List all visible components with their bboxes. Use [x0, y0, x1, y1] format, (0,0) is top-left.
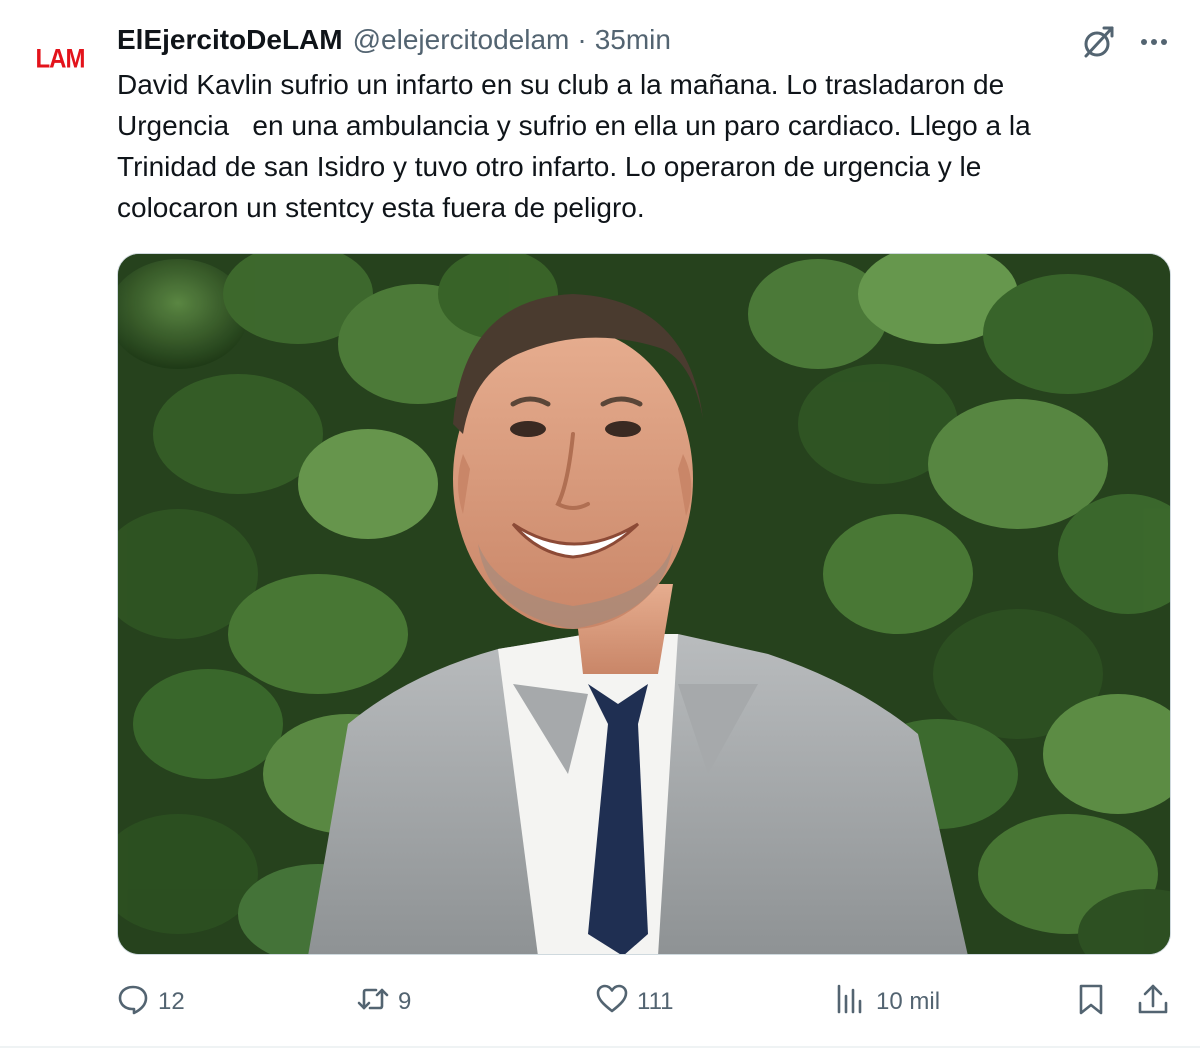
tweet-header: ElEjercitoDeLAM @elejercitodelam · 35min	[117, 20, 671, 60]
grok-icon[interactable]	[1078, 22, 1118, 62]
photo-man-in-suit-icon	[118, 254, 1170, 954]
like-count: 111	[637, 988, 674, 1015]
tweet-photo[interactable]	[117, 253, 1171, 955]
avatar[interactable]: LAM	[22, 22, 98, 98]
views-icon	[834, 982, 868, 1023]
bookmark-icon	[1074, 982, 1108, 1023]
tweet-text: David Kavlin sufrio un infarto en su clu…	[117, 69, 1031, 223]
retweet-button[interactable]: 9	[356, 980, 411, 1024]
views-count: 10 mil	[876, 988, 941, 1015]
views-button[interactable]: 10 mil	[834, 980, 940, 1024]
display-name[interactable]: ElEjercitoDeLAM	[117, 24, 343, 56]
like-button[interactable]: 111	[595, 980, 673, 1024]
tweet: LAM ElEjercitoDeLAM @elejercitodelam · 3…	[0, 0, 1200, 1048]
heart-icon	[595, 982, 629, 1023]
retweet-count: 9	[398, 988, 412, 1015]
retweet-icon	[356, 982, 390, 1023]
separator-dot: ·	[577, 24, 587, 55]
reply-count: 12	[158, 988, 185, 1015]
handle[interactable]: @elejercitodelam	[353, 24, 570, 56]
reply-icon	[116, 982, 150, 1023]
action-bar: 12 9 111 10 mil	[0, 980, 1200, 1024]
bookmark-button[interactable]	[1074, 980, 1108, 1024]
more-icon[interactable]	[1134, 22, 1174, 62]
reply-button[interactable]: 12	[116, 980, 185, 1024]
timestamp[interactable]: 35min	[595, 24, 671, 56]
avatar-logo-text: LAM	[35, 44, 86, 75]
share-icon	[1136, 982, 1170, 1023]
share-button[interactable]	[1136, 980, 1170, 1024]
